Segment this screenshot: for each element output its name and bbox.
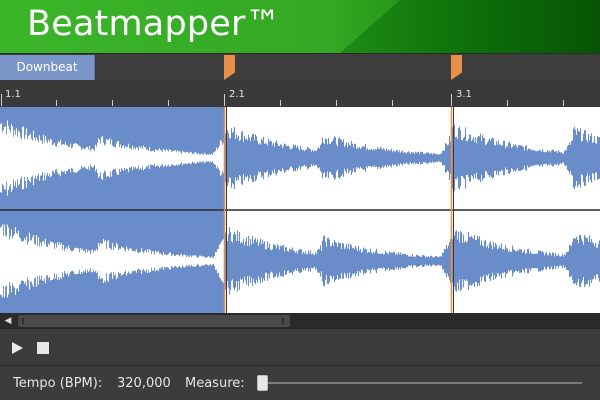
- stop-icon: [37, 342, 49, 354]
- app-banner: Beatmapper™: [0, 0, 600, 53]
- banner-stripe: [340, 0, 600, 53]
- app-title: Beatmapper™: [27, 4, 281, 44]
- ruler-tick: [112, 100, 113, 106]
- tempo-label: Tempo (BPM):: [13, 376, 103, 391]
- measure-slider-thumb[interactable]: [257, 375, 268, 391]
- footer-controls: Tempo (BPM): 320,000 Measure:: [0, 366, 600, 400]
- ruler-tick: [1, 94, 2, 106]
- marker-flag-icon[interactable]: [451, 55, 462, 80]
- tempo-value[interactable]: 320,000: [117, 376, 171, 391]
- play-icon: [12, 342, 23, 354]
- scrollbar-thumb[interactable]: [18, 315, 290, 327]
- beatmapper-window: Beatmapper™ Downbeat 1.1 2.1 3.1 ◀ Tempo…: [0, 0, 600, 400]
- ruler-tick: [280, 100, 281, 106]
- thumb-grip: [22, 318, 24, 324]
- measure-slider-track[interactable]: [268, 382, 582, 384]
- scroll-left-icon[interactable]: ◀: [0, 313, 16, 329]
- ruler-tick: [563, 100, 564, 106]
- measure-label: Measure:: [185, 376, 245, 391]
- downbeat-marker[interactable]: Downbeat: [0, 55, 95, 80]
- ruler-tick: [507, 100, 508, 106]
- ruler-tick: [56, 100, 57, 106]
- timeline-ruler[interactable]: 1.1 2.1 3.1: [0, 80, 600, 107]
- waveform-view[interactable]: [0, 107, 600, 313]
- ruler-label: 1.1: [5, 89, 21, 100]
- ruler-tick: [336, 100, 337, 106]
- play-button[interactable]: [8, 339, 26, 357]
- ruler-label: 2.1: [229, 89, 245, 100]
- ruler-label: 3.1: [456, 89, 472, 100]
- marker-strip[interactable]: Downbeat: [0, 53, 600, 80]
- transport-bar: [0, 329, 600, 365]
- waveform-display: [0, 107, 600, 313]
- horizontal-scrollbar[interactable]: ◀: [0, 313, 600, 329]
- ruler-tick: [168, 100, 169, 106]
- ruler-tick: [451, 94, 452, 106]
- marker-flag-icon[interactable]: [224, 55, 235, 80]
- stop-button[interactable]: [34, 339, 52, 357]
- ruler-tick: [392, 100, 393, 106]
- ruler-tick: [224, 94, 225, 106]
- thumb-grip: [282, 318, 284, 324]
